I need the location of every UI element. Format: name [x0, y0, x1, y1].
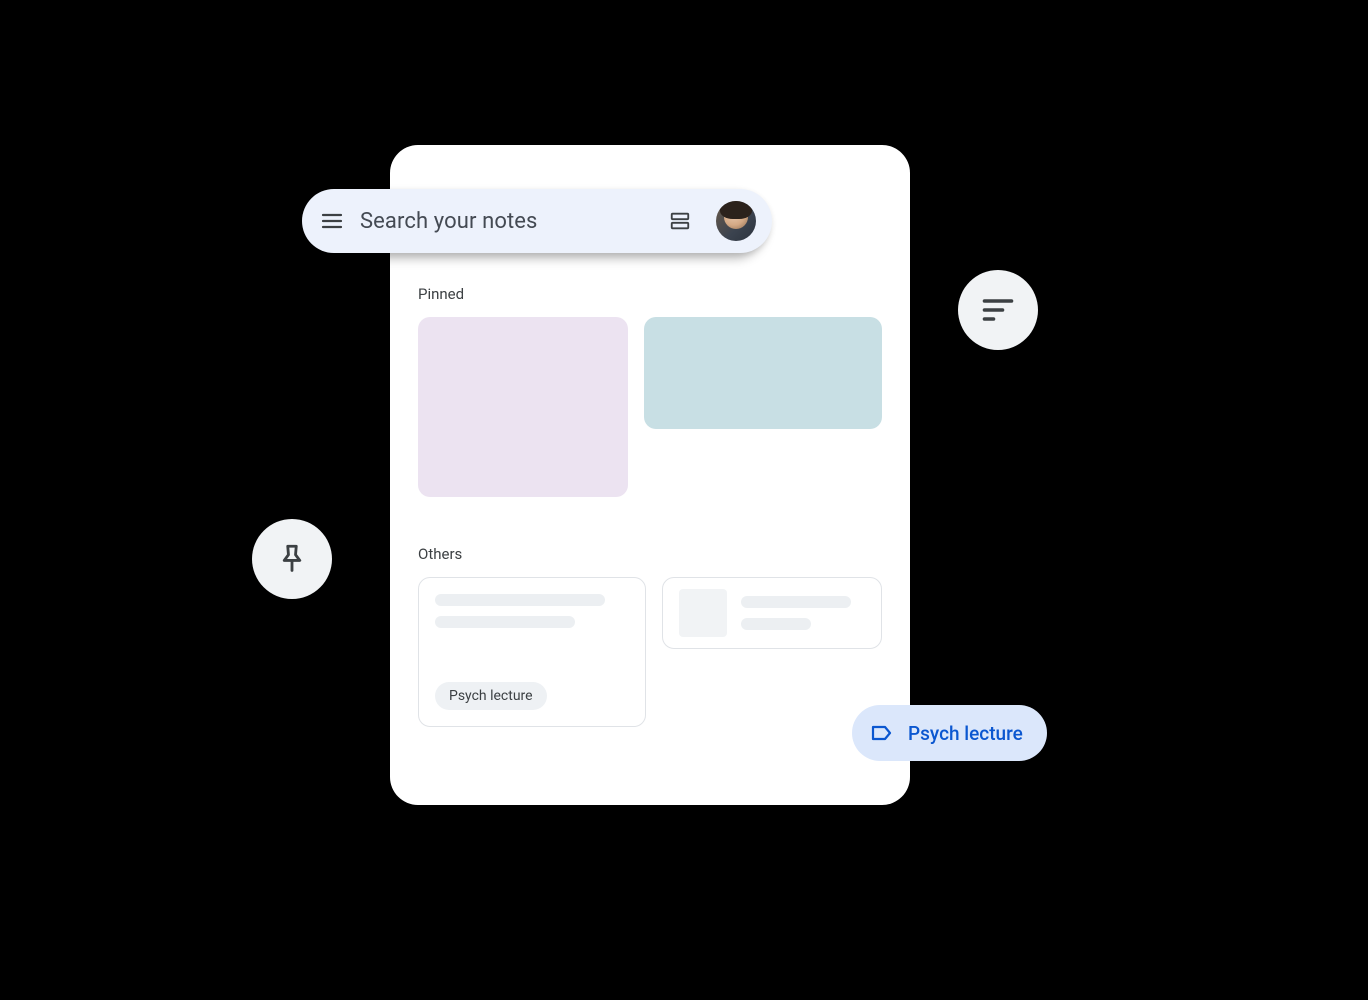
- placeholder-thumbnail: [679, 589, 727, 637]
- placeholder-line: [435, 616, 575, 628]
- pinned-note-1[interactable]: [418, 317, 628, 497]
- other-note-2[interactable]: [662, 577, 882, 649]
- placeholder-line: [741, 618, 811, 630]
- account-avatar[interactable]: [716, 201, 756, 241]
- note-label-chip[interactable]: Psych lecture: [435, 682, 547, 710]
- search-bar[interactable]: Search your notes: [302, 189, 772, 253]
- section-title-pinned: Pinned: [418, 285, 882, 303]
- pinned-note-2[interactable]: [644, 317, 882, 429]
- sort-icon: [980, 292, 1016, 328]
- list-view-icon[interactable]: [666, 207, 694, 235]
- placeholder-line: [741, 596, 851, 608]
- label-icon: [870, 721, 894, 745]
- section-others: Others Psych lecture: [418, 545, 882, 727]
- pin-icon: [275, 542, 309, 576]
- search-placeholder[interactable]: Search your notes: [360, 209, 652, 234]
- menu-icon[interactable]: [318, 207, 346, 235]
- section-pinned: Pinned: [418, 285, 882, 497]
- label-pill[interactable]: Psych lecture: [852, 705, 1047, 761]
- label-pill-text: Psych lecture: [908, 722, 1023, 745]
- sort-button[interactable]: [958, 270, 1038, 350]
- section-title-others: Others: [418, 545, 882, 563]
- placeholder-line: [435, 594, 605, 606]
- other-note-1[interactable]: Psych lecture: [418, 577, 646, 727]
- pinned-notes-row: [418, 317, 882, 497]
- pin-button[interactable]: [252, 519, 332, 599]
- others-notes-row: Psych lecture: [418, 577, 882, 727]
